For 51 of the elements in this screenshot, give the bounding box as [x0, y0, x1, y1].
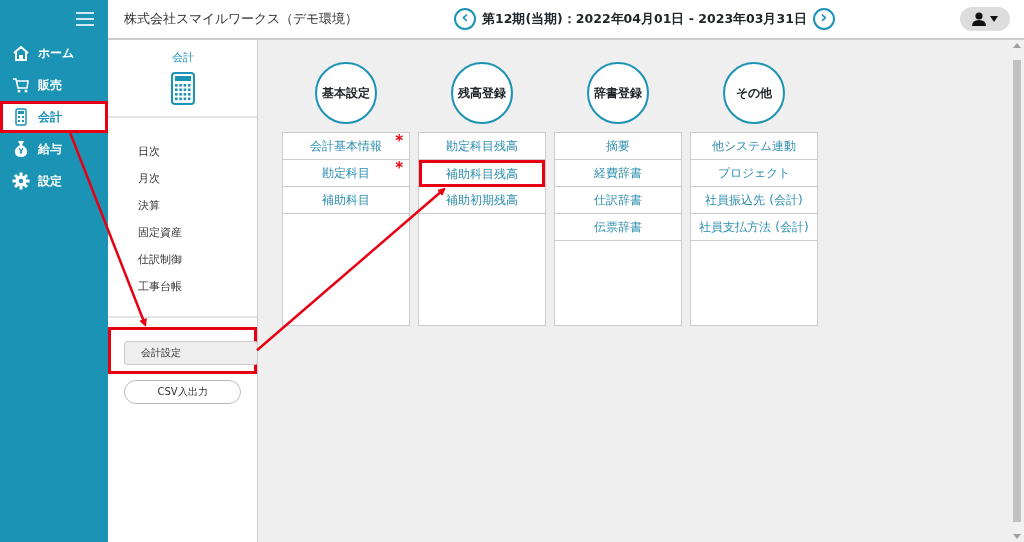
submenu-item[interactable]: 月次 [138, 165, 257, 192]
category-circle: 基本設定 [315, 62, 377, 124]
menu-link[interactable]: プロジェクト [691, 160, 817, 187]
menu-link[interactable]: 社員振込先 (会計) [691, 187, 817, 214]
menu-link[interactable]: 摘要 [555, 133, 681, 160]
next-period-button[interactable]: › [812, 8, 835, 30]
money-bag-icon [12, 140, 30, 158]
fiscal-period: 第12期(当期)：2022年04月01日 - 2023年03月31日 [482, 9, 807, 28]
gear-icon [12, 172, 30, 190]
submenu-item[interactable]: 日次 [138, 138, 257, 165]
menu-icon[interactable] [76, 11, 94, 26]
user-icon [972, 12, 986, 26]
company-name: 株式会社スマイルワークス（デモ環境） [124, 10, 359, 29]
menu-link[interactable]: 補助初期残高 [419, 187, 545, 214]
submenu-item[interactable]: 固定資産 [138, 219, 257, 246]
sidebar-item[interactable]: 給与 [0, 133, 108, 165]
submenu-item[interactable]: 工事台帳 [138, 273, 257, 300]
menu-link[interactable]: 他システム連動 [691, 133, 817, 160]
submenu-item[interactable]: 決算 [138, 192, 257, 219]
menu-link[interactable]: 伝票辞書 [555, 214, 681, 241]
menu-link[interactable]: 補助科目 [283, 187, 409, 214]
scroll-up-icon[interactable] [1013, 42, 1021, 48]
csv-button[interactable]: CSV入出力 [124, 379, 241, 404]
menu-link[interactable]: 会計基本情報 * [283, 133, 409, 160]
home-icon [12, 45, 30, 61]
previous-period-button[interactable]: ‹ [454, 8, 476, 30]
required-mark: * [395, 134, 403, 149]
calculator-icon [12, 108, 30, 126]
menu-link[interactable]: 勘定科目 * [283, 160, 409, 187]
settings-tab[interactable]: 会計設定 [124, 340, 258, 365]
category-circle: 残高登録 [451, 62, 513, 124]
menu-link[interactable]: 社員支払方法 (会計) [691, 214, 817, 241]
menu-link[interactable]: 仕訳辞書 [555, 187, 681, 214]
caret-icon [990, 16, 998, 22]
sidebar-item[interactable]: 販売 [0, 69, 108, 101]
submenu-item[interactable]: 仕訳制御 [138, 246, 257, 273]
menu-link[interactable]: 補助科目残高 [419, 160, 545, 187]
user-menu-button[interactable] [960, 7, 1010, 31]
category-circle: その他 [723, 62, 785, 124]
required-mark: * [395, 161, 403, 176]
section-title: 会計 [171, 50, 194, 66]
cart-icon [12, 77, 30, 93]
scrollbar[interactable] [1010, 40, 1024, 542]
scroll-down-icon[interactable] [1013, 534, 1021, 540]
sidebar-item[interactable]: ホーム [0, 37, 108, 69]
category-circle: 辞書登録 [587, 62, 649, 124]
sidebar-item[interactable]: 会計 [0, 101, 108, 133]
calculator-icon [170, 71, 195, 105]
sidebar-item[interactable]: 設定 [0, 165, 108, 197]
menu-link[interactable]: 経費辞書 [555, 160, 681, 187]
menu-link[interactable]: 勘定科目残高 [419, 133, 545, 160]
